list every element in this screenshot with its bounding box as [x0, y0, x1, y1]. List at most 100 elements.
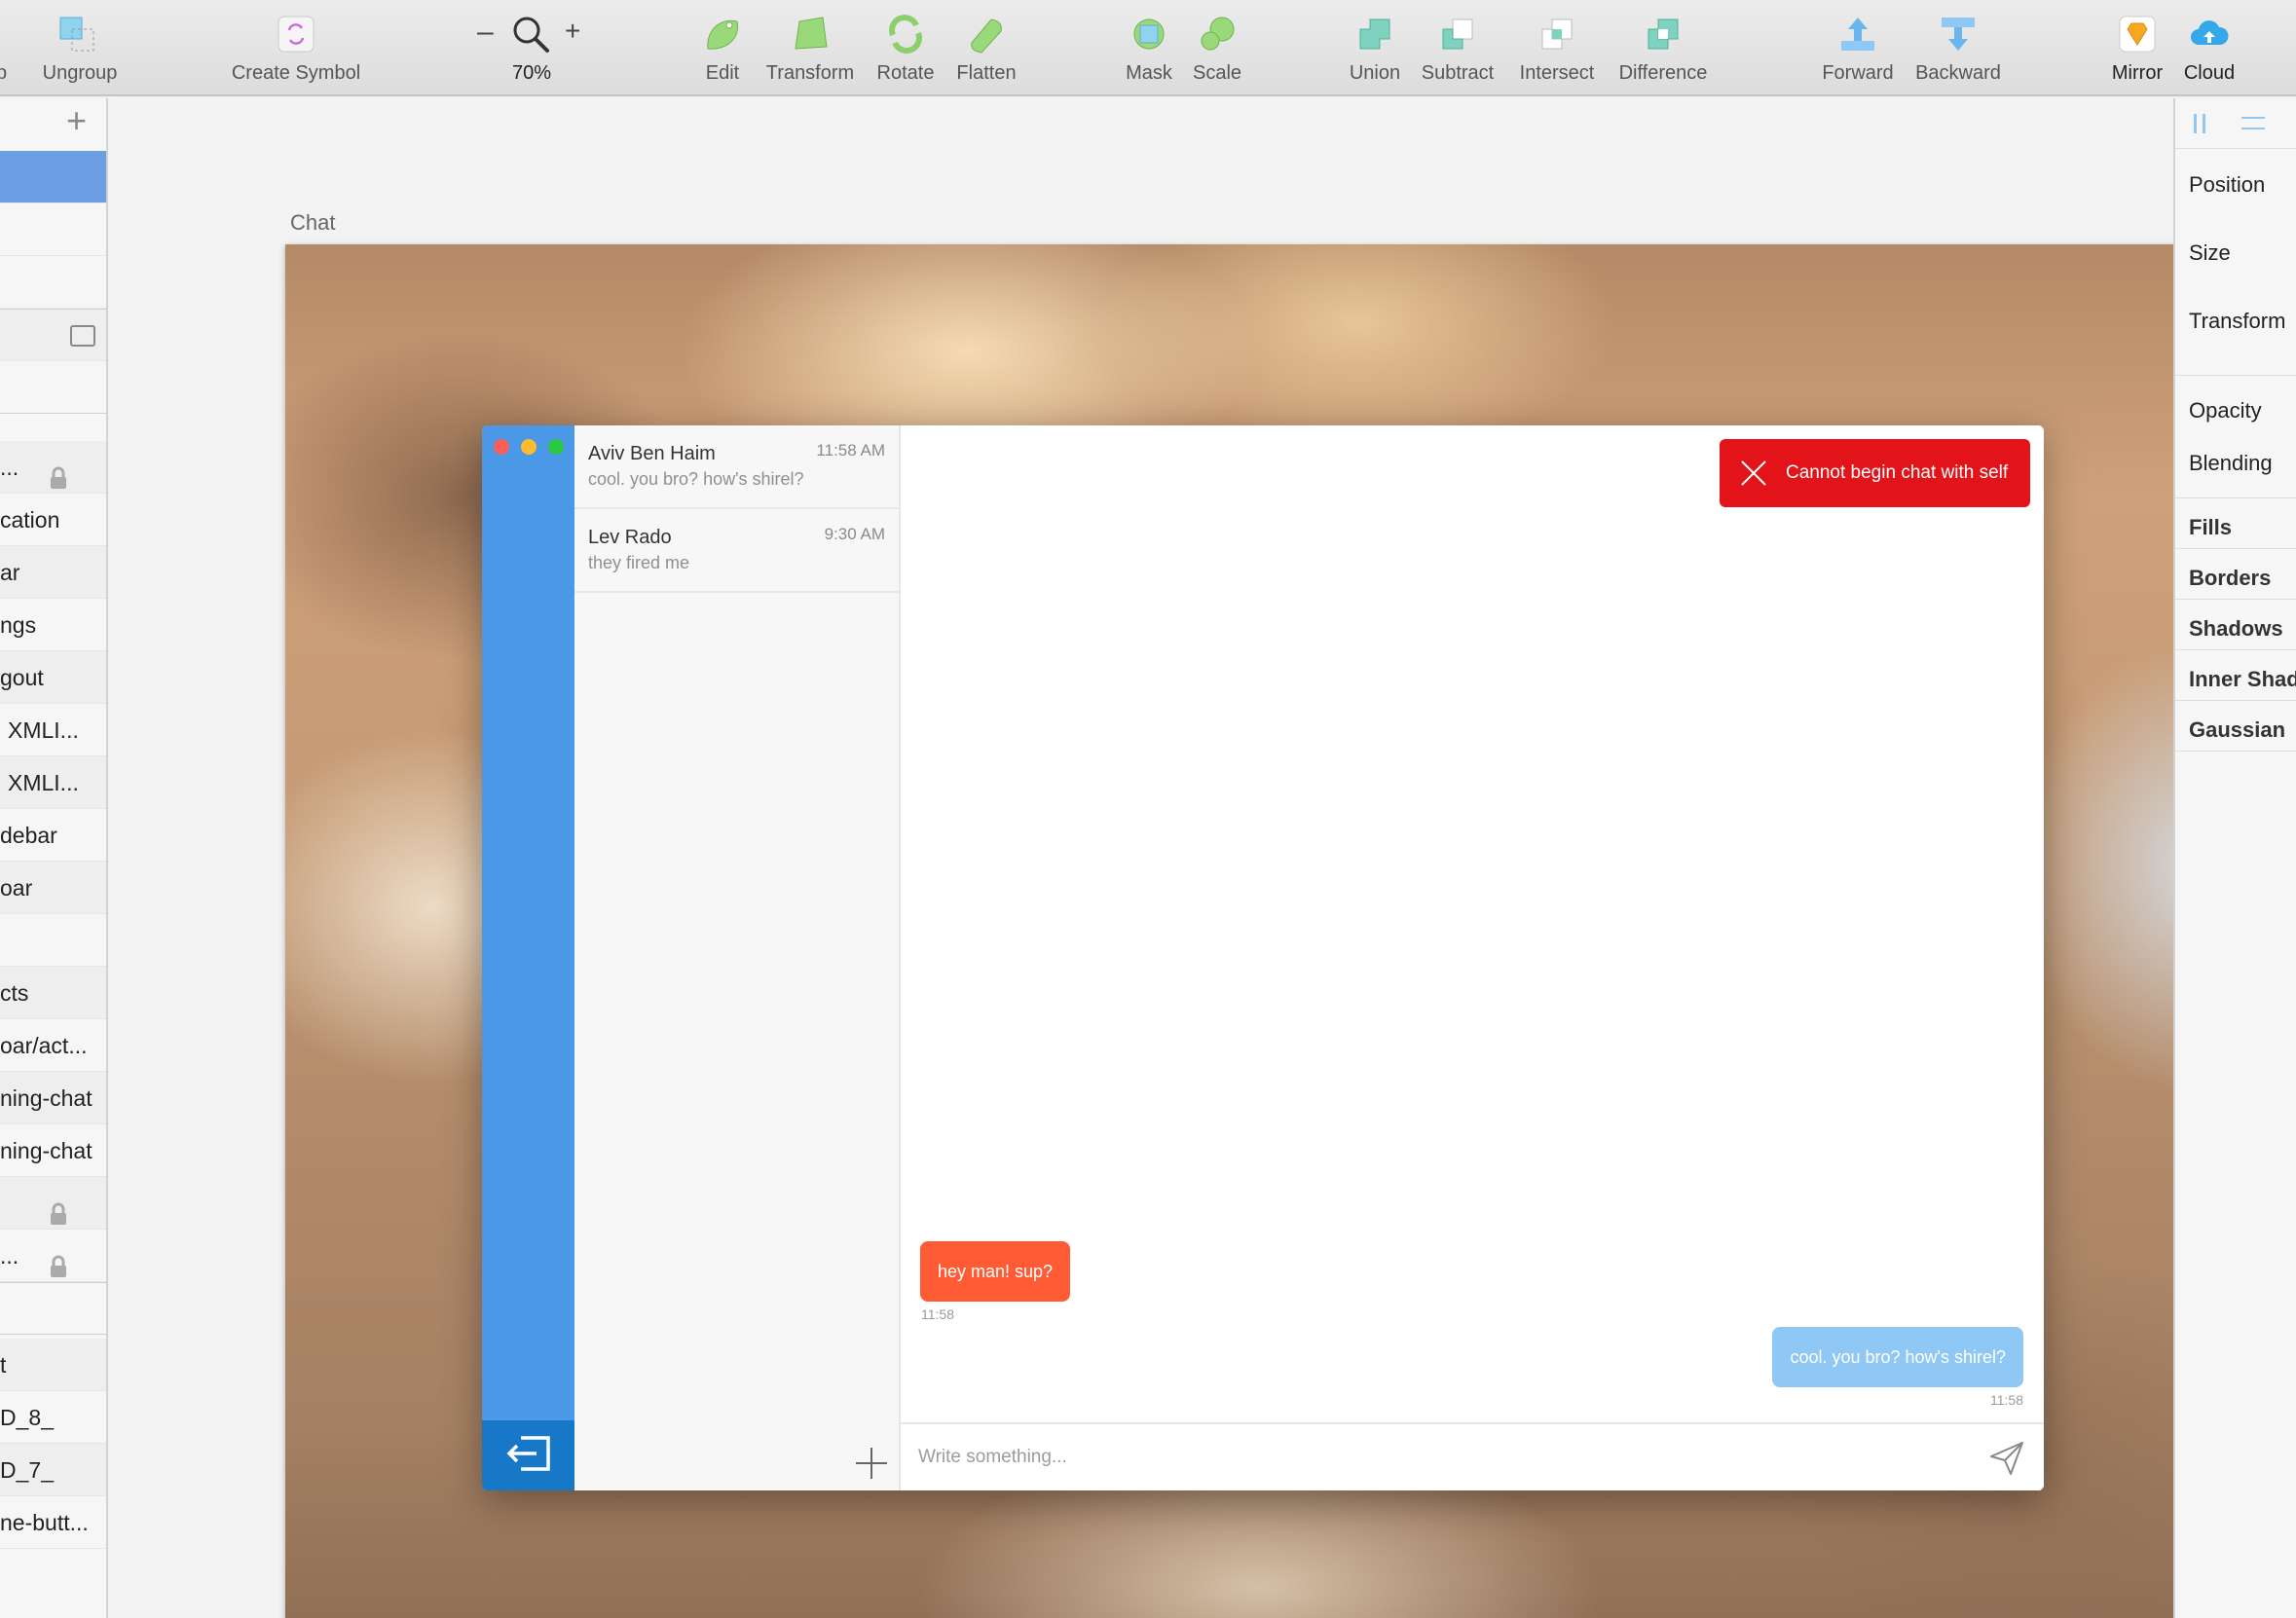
edit-button[interactable]: Edit: [693, 0, 752, 96]
incoming-message: hey man! sup?: [920, 1241, 1071, 1302]
zoom-level: 70%: [511, 62, 552, 84]
borders-section[interactable]: Borders: [2189, 566, 2271, 591]
window-minimize-button[interactable]: [521, 439, 537, 455]
send-button[interactable]: [1987, 1439, 2026, 1478]
opacity-label: Opacity: [2189, 398, 2262, 423]
artboard-title[interactable]: Chat: [290, 210, 335, 236]
difference-icon: [1643, 14, 1684, 55]
layer-row[interactable]: oar/act...: [0, 1019, 106, 1072]
window-close-button[interactable]: [494, 439, 509, 455]
zoom-out-button[interactable]: –: [477, 16, 494, 49]
layer-row[interactable]: XMLI...: [0, 756, 106, 809]
logout-button[interactable]: [482, 1420, 574, 1490]
size-label: Size: [2189, 240, 2231, 265]
lock-icon[interactable]: [49, 1192, 68, 1225]
layer-row[interactable]: oar: [0, 862, 106, 914]
error-message: Cannot begin chat with self: [1786, 462, 2009, 483]
inner-shadows-section[interactable]: Inner Shad: [2189, 667, 2296, 692]
gaussian-blur-section[interactable]: Gaussian: [2189, 717, 2285, 743]
logout-icon: [505, 1434, 552, 1478]
lock-icon[interactable]: [49, 1244, 68, 1277]
layer-row[interactable]: ngs: [0, 599, 106, 651]
layer-row[interactable]: ar: [0, 546, 106, 599]
layer-row[interactable]: ning-chat: [0, 1072, 106, 1124]
zoom-control[interactable]: – + 70%: [471, 0, 592, 96]
mirror-label: Mirror: [2111, 62, 2164, 84]
group-button[interactable]: up: [0, 0, 41, 96]
layer-row[interactable]: [0, 1177, 106, 1230]
layer-row[interactable]: [0, 914, 106, 967]
layer-row[interactable]: t: [0, 1339, 106, 1391]
inspector-panel: Position Size Transform Opacity Blending…: [2173, 98, 2296, 1618]
close-icon[interactable]: [1739, 459, 1768, 488]
flatten-icon: [966, 14, 1007, 55]
scale-label: Scale: [1192, 62, 1242, 84]
transform-button[interactable]: Transform: [759, 0, 861, 96]
layer-row[interactable]: [0, 203, 106, 256]
layer-row[interactable]: [0, 1282, 106, 1335]
rotate-button[interactable]: Rotate: [869, 0, 943, 96]
lock-icon[interactable]: [49, 456, 68, 489]
add-page-button[interactable]: +: [66, 100, 87, 141]
ungroup-button[interactable]: Ungroup: [39, 0, 121, 96]
layer-row[interactable]: ...: [0, 1230, 106, 1282]
mirror-icon: [2117, 14, 2158, 55]
layer-row[interactable]: gout: [0, 651, 106, 704]
divider: [2175, 548, 2296, 549]
union-label: Union: [1349, 62, 1401, 84]
chat-window: Aviv Ben Haim 11:58 AM cool. you bro? ho…: [482, 425, 2044, 1490]
layer-row[interactable]: [0, 256, 106, 309]
blending-label: Blending: [2189, 451, 2273, 475]
scale-button[interactable]: Scale: [1188, 0, 1246, 96]
layer-row[interactable]: cation: [0, 494, 106, 546]
layer-row[interactable]: ning-chat: [0, 1124, 106, 1177]
layer-row[interactable]: XMLI...: [0, 704, 106, 756]
conversation-item[interactable]: Lev Rado 9:30 AM they fired me: [574, 509, 901, 593]
conversation-item[interactable]: Aviv Ben Haim 11:58 AM cool. you bro? ho…: [574, 425, 901, 509]
layer-row[interactable]: ...: [0, 441, 106, 494]
intersect-button[interactable]: Intersect: [1511, 0, 1603, 96]
forward-icon: [1837, 14, 1878, 55]
rotate-icon: [885, 14, 926, 55]
error-toast[interactable]: Cannot begin chat with self: [1720, 439, 2030, 507]
conversation-time: 11:58 AM: [816, 441, 885, 460]
divider: [2175, 751, 2296, 752]
cloud-button[interactable]: Cloud: [2177, 0, 2241, 96]
layer-row[interactable]: D_8_: [0, 1391, 106, 1444]
canvas[interactable]: Chat Aviv Ben Haim 11:58 AM cool. you br…: [110, 98, 2242, 1618]
send-icon: [1990, 1442, 2023, 1475]
difference-button[interactable]: Difference: [1611, 0, 1716, 96]
conversation-preview: they fired me: [588, 553, 690, 572]
divider: [2175, 497, 2296, 498]
zoom-in-button[interactable]: +: [565, 16, 580, 47]
collapse-icon[interactable]: [70, 325, 95, 347]
backward-button[interactable]: Backward: [1907, 0, 2010, 96]
create-symbol-button[interactable]: Create Symbol: [226, 0, 366, 96]
conversation-name: Aviv Ben Haim: [588, 443, 716, 464]
fills-section[interactable]: Fills: [2189, 515, 2232, 540]
new-chat-button[interactable]: [854, 1447, 889, 1483]
align-vertical-icon[interactable]: [2189, 112, 2212, 135]
create-symbol-icon: [276, 14, 316, 55]
layer-row[interactable]: D_7_: [0, 1444, 106, 1496]
window-zoom-button[interactable]: [548, 439, 564, 455]
message-timestamp: 11:58: [1990, 1392, 2023, 1408]
mirror-button[interactable]: Mirror: [2103, 0, 2171, 96]
mask-button[interactable]: Mask: [1118, 0, 1180, 96]
layer-row[interactable]: debar: [0, 809, 106, 862]
flatten-button[interactable]: Flatten: [948, 0, 1024, 96]
subtract-button[interactable]: Subtract: [1414, 0, 1501, 96]
forward-button[interactable]: Forward: [1815, 0, 1901, 96]
layer-row[interactable]: [0, 309, 106, 361]
artboard-chat[interactable]: Aviv Ben Haim 11:58 AM cool. you bro? ho…: [285, 244, 2242, 1618]
layer-row[interactable]: [0, 361, 106, 414]
layer-row[interactable]: cts: [0, 967, 106, 1019]
message-input[interactable]: [918, 1436, 1970, 1479]
message-composer: [901, 1422, 2044, 1490]
union-button[interactable]: Union: [1344, 0, 1406, 96]
layer-row-selected[interactable]: [0, 151, 106, 203]
layer-row[interactable]: ne-butt...: [0, 1496, 106, 1549]
shadows-section[interactable]: Shadows: [2189, 616, 2283, 642]
scale-icon: [1197, 14, 1238, 55]
align-horizontal-icon[interactable]: [2240, 112, 2267, 135]
